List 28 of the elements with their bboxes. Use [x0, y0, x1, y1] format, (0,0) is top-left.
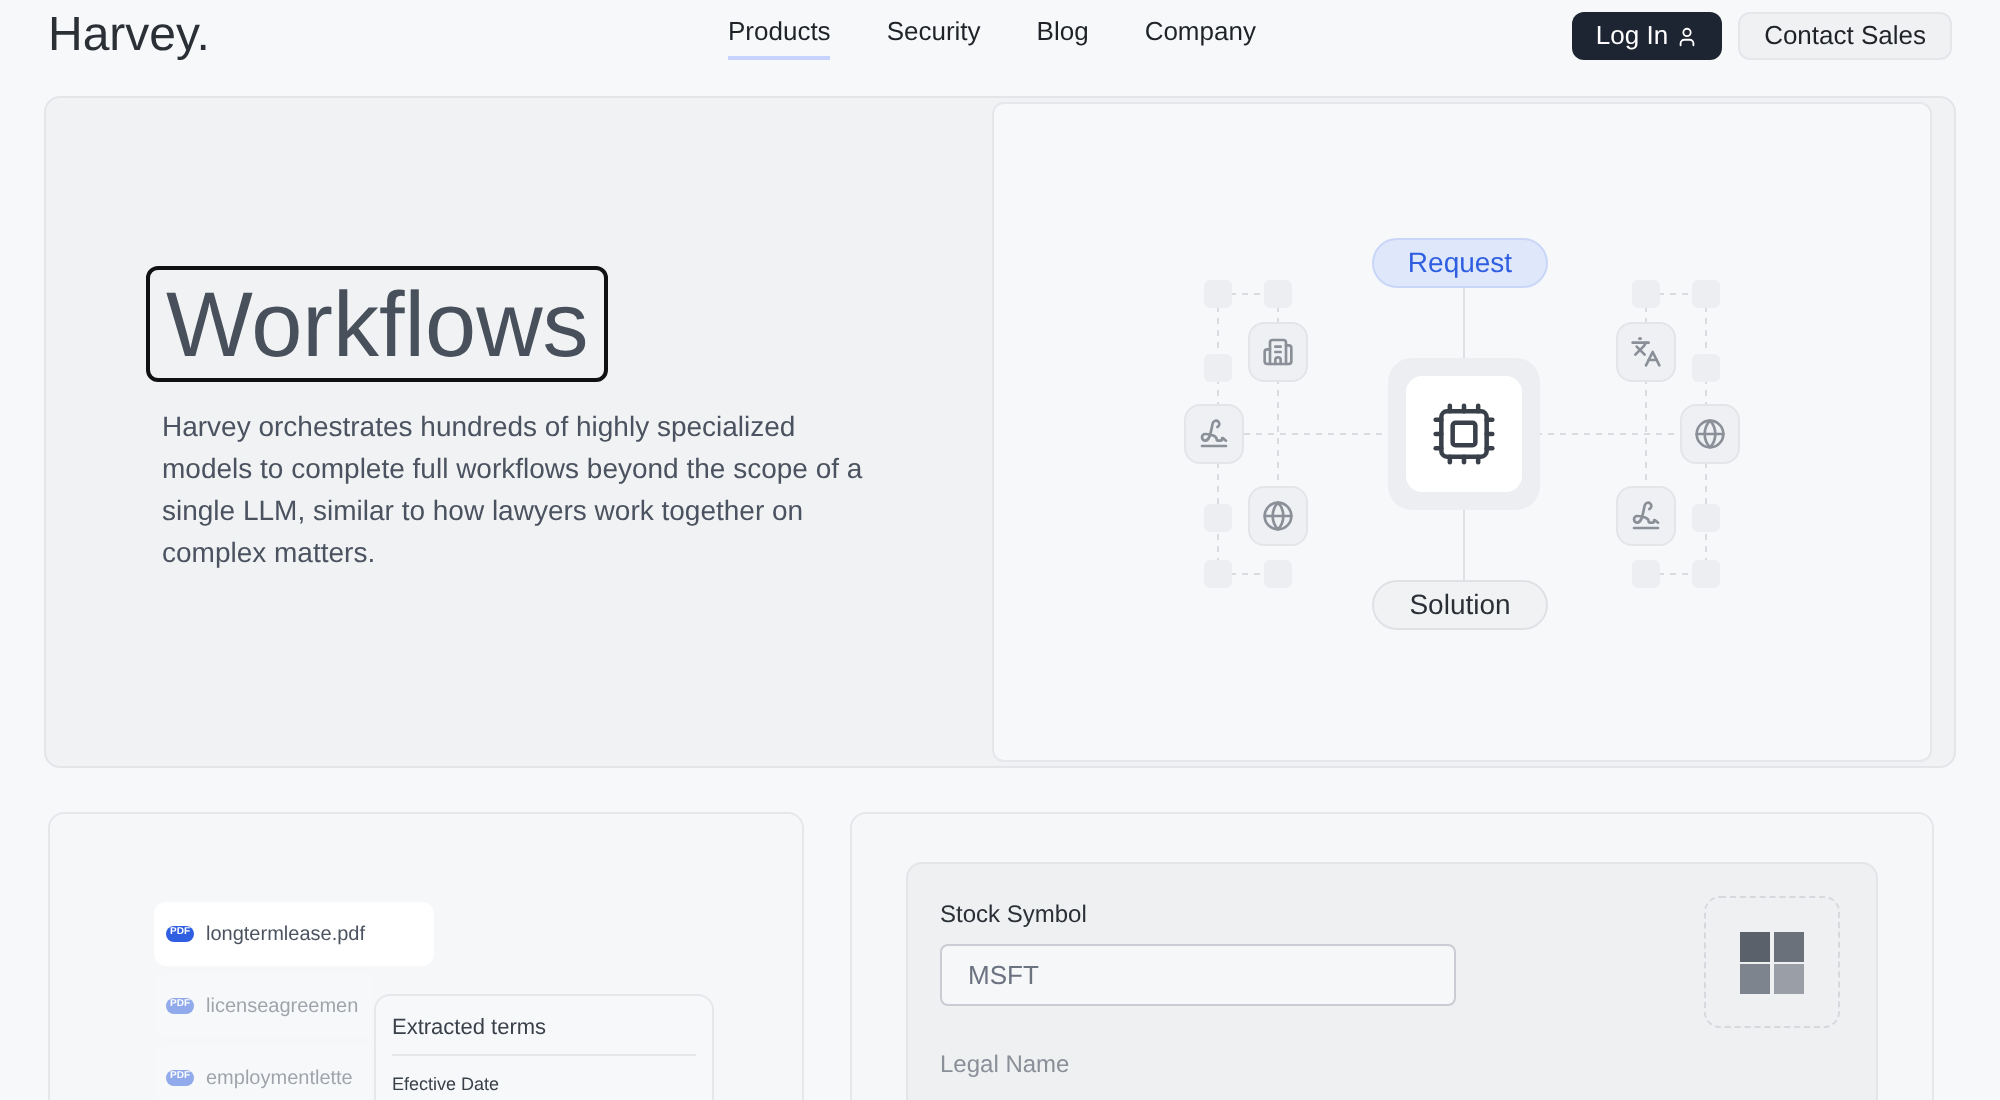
term-label: Efective Date [392, 1071, 502, 1097]
login-button[interactable]: Log In [1571, 12, 1723, 60]
file-name: licenseagreemen [206, 993, 359, 1021]
nav-link[interactable]: Products [728, 12, 831, 60]
building-icon [1262, 336, 1294, 368]
globe-icon [1694, 418, 1726, 450]
field-label: Stock Symbol [940, 898, 1089, 932]
logo[interactable]: Harvey. [48, 0, 688, 72]
globe-icon [1262, 500, 1294, 532]
request-pill: Request [1372, 238, 1548, 288]
pen-icon [1630, 500, 1662, 532]
section-description: Harvey orchestrates hundreds of highly specialized models to complete full workflows beyond the scope of a single LLM, similar to how lawyers work together on complex matters. [162, 408, 865, 572]
stock-symbol-field[interactable]: MSFT [940, 944, 1456, 1006]
windows-logo-icon [1740, 931, 1804, 993]
user-icon [1676, 25, 1699, 47]
solution-pill: Solution [1372, 580, 1548, 630]
file-name: employmentlette [206, 1065, 353, 1093]
section-title: Workflows [146, 266, 609, 382]
contact-sales-button[interactable]: Contact Sales [1738, 12, 1952, 60]
translate-icon [1630, 336, 1662, 368]
nav-link[interactable]: Company [1144, 12, 1256, 60]
nav-link[interactable]: Security [886, 12, 981, 60]
panel-title: Extracted terms [392, 1012, 696, 1055]
chip-icon [1430, 400, 1498, 468]
file-name: longtermlease.pdf [206, 921, 365, 949]
field-label: Legal Name [940, 1048, 1072, 1082]
pen-icon [1198, 418, 1230, 450]
nav-link[interactable]: Blog [1036, 12, 1089, 60]
